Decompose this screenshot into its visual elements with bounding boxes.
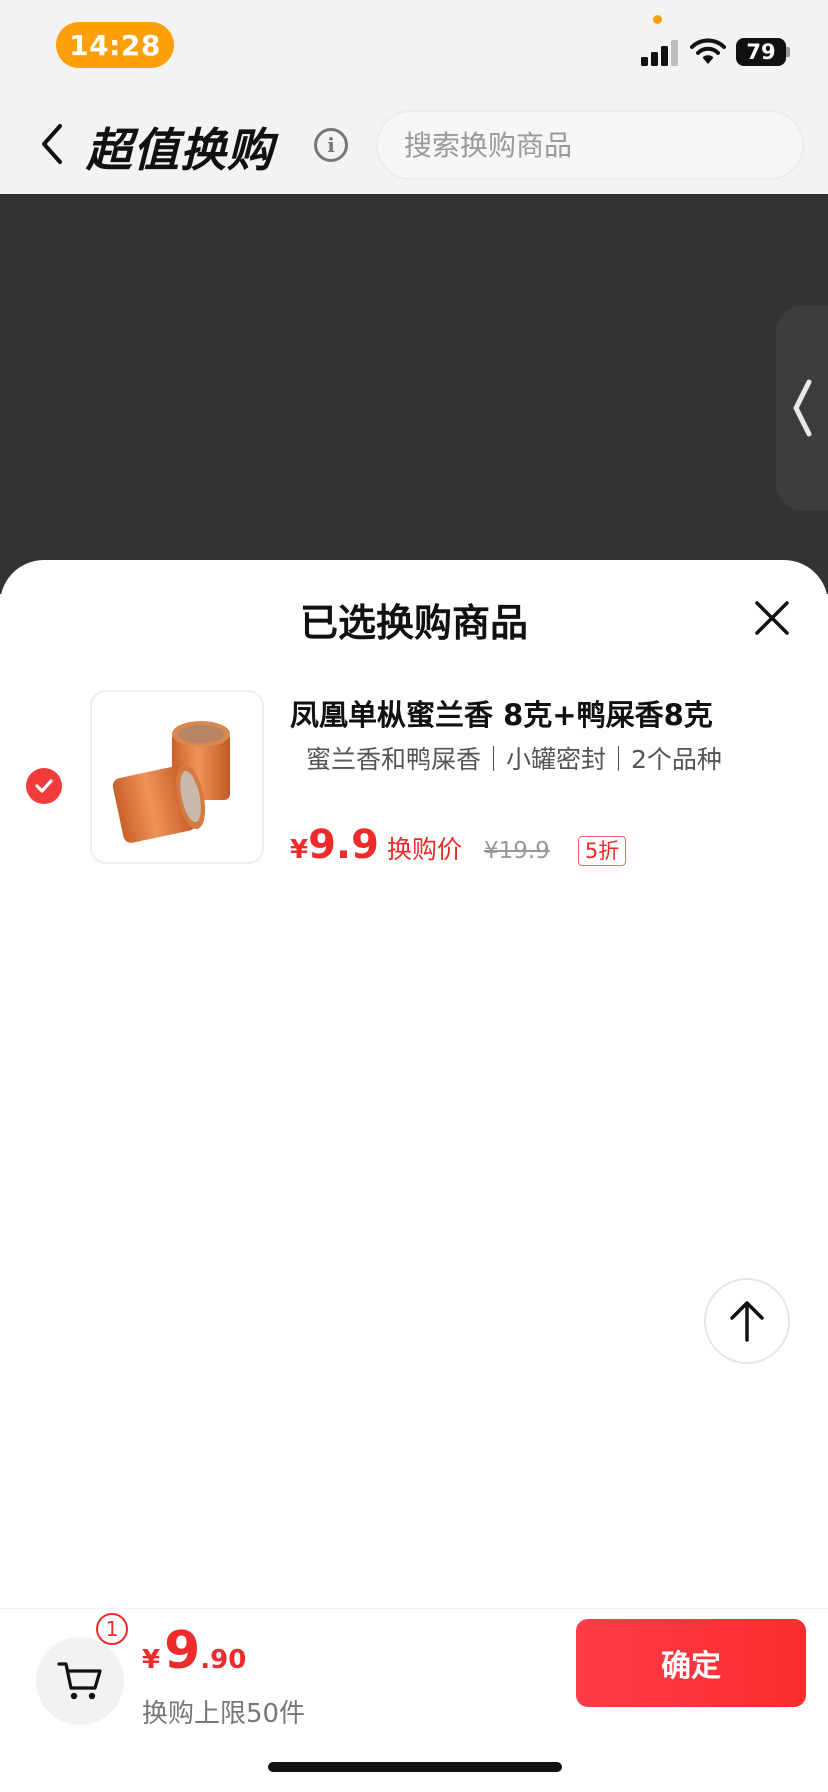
back-button[interactable] [32, 118, 72, 170]
battery-level: 79 [736, 38, 786, 66]
page-title: 超值换购 [86, 123, 274, 177]
battery-tip [786, 47, 790, 57]
exchange-price: 9.9 [308, 822, 379, 868]
dimmed-background[interactable] [0, 194, 828, 594]
confirm-button[interactable]: 确定 [576, 1619, 806, 1707]
scroll-to-top-button[interactable] [704, 1278, 790, 1364]
cart-button[interactable] [36, 1637, 124, 1725]
arrow-up-icon [730, 1301, 764, 1342]
total-currency: ¥ [142, 1645, 161, 1675]
product-image[interactable] [90, 690, 264, 864]
close-icon [755, 601, 789, 635]
original-price: ¥19.9 [483, 838, 550, 864]
cellular-signal-icon [641, 40, 681, 66]
item-checkbox[interactable] [26, 768, 62, 804]
sheet-title: 已选换购商品 [299, 601, 528, 645]
info-icon[interactable]: i [314, 128, 348, 162]
search-input[interactable] [378, 112, 802, 178]
status-bar: 14:28 79 [0, 0, 828, 96]
checkmark-icon [35, 779, 53, 793]
search-box[interactable] [376, 110, 804, 180]
side-drawer-tab[interactable] [776, 306, 828, 510]
exchange-price-label: 换购价 [386, 835, 462, 864]
home-indicator[interactable] [268, 1762, 562, 1772]
status-time: 14:28 [56, 22, 174, 68]
product-name[interactable]: 凤凰单枞蜜兰香 8克+鸭屎香8克 [290, 692, 810, 734]
price-row: ¥ 9.9 换购价 ¥19.9 5折 [290, 822, 627, 872]
cart-icon [57, 1662, 102, 1700]
total-integer: 9 [164, 1621, 201, 1681]
tea-tin-image [112, 721, 230, 843]
wifi-icon [690, 38, 726, 64]
chevron-left-icon [42, 124, 62, 164]
discount-badge: 5折 [577, 836, 627, 866]
cart-count-badge: 1 [96, 1613, 128, 1645]
total-decimal: .90 [200, 1645, 247, 1675]
product-spec: 蜜兰香和鸭屎香｜小罐密封｜2个品种 [306, 745, 722, 774]
privacy-indicator-dot [653, 15, 662, 24]
price-currency: ¥ [290, 835, 309, 865]
page-header: 超值换购 i [0, 96, 828, 194]
close-button[interactable] [748, 594, 796, 642]
exchange-limit-text: 换购上限50件 [142, 1699, 306, 1729]
total-price: ¥ 9 .90 [142, 1621, 246, 1681]
chevron-left-icon [793, 379, 812, 437]
